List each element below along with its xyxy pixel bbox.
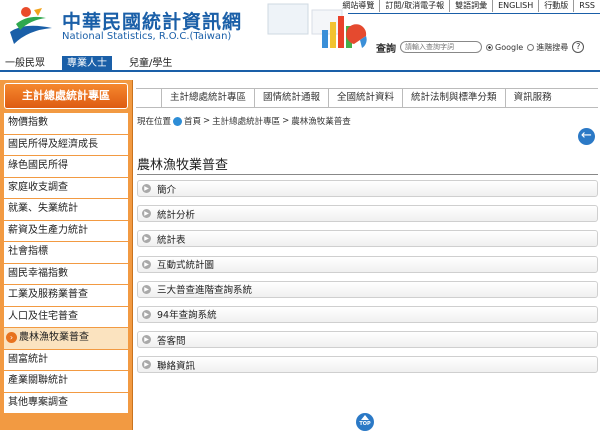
section-introduction[interactable]: ▶ 簡介 [137,180,598,197]
back-arrow-icon[interactable]: ← [578,128,595,145]
nav-info-service[interactable]: 資訊服務 [504,89,560,107]
breadcrumb-current: 農林漁牧業普查 [291,117,351,127]
sitemap-link[interactable]: 網站導覽 [337,0,379,12]
section-94-query-system[interactable]: ▶ 94年查詢系統 [137,305,598,323]
google-option-label: Google [495,42,524,52]
chevron-right-icon: ▶ [142,309,151,319]
advanced-search-label: 進階搜尋 [536,42,569,52]
glossary-link[interactable]: 雙語詞彙 [449,0,492,12]
chevron-right-icon: ▶ [142,284,151,294]
tab-professionals[interactable]: 專業人士 [62,56,112,72]
tab-general-public[interactable]: 一般民眾 [0,56,50,72]
search-label: 查詢 [376,43,396,55]
breadcrumb-prefix: 現在位置 [137,117,172,127]
chevron-right-icon: ▶ [142,209,151,219]
breadcrumb: 現在位置 首頁 > 主計總處統計專區 > 農林漁牧業普查 [137,115,351,127]
chevron-right-icon: ▶ [142,184,151,193]
site-header: 中華民國統計資訊網 National Statistics, R.O.C.(Ta… [0,0,600,56]
breadcrumb-separator: > [203,116,211,126]
breadcrumb-home[interactable]: 首頁 [184,115,201,127]
newsletter-link[interactable]: 訂閱/取消電子報 [379,0,449,12]
sidebar-item-agriculture-census[interactable]: › 農林漁牧業普查 [4,328,128,350]
help-icon[interactable]: ? [572,41,585,53]
section-list: ▶ 簡介 ▶ 統計分析 ▶ 統計表 ▶ 互動式統計圖 ▶ 三大普查進階查詢系統 ▶ 94年查… [137,180,598,382]
site-logo-icon[interactable] [6,4,56,50]
section-statistical-analysis[interactable]: ▶ 統計分析 [137,205,598,223]
chevron-right-icon: › [6,331,17,343]
mobile-link[interactable]: 行動版 [538,0,573,12]
title-divider [137,174,598,175]
nav-dgbas-stats[interactable]: 主計總處統計專區 [161,89,254,107]
sidebar-item-price-index[interactable]: 物價指數 [4,113,128,135]
sidebar-item-wellbeing-index[interactable]: 國民幸福指數 [4,263,128,285]
main-nav: 主計總處統計專區 國情統計通報 全國統計資料 統計法制與標準分類 資訊服務 [136,88,598,108]
sidebar-item-social-indicators[interactable]: 社會指標 [4,242,128,264]
tab-students[interactable]: 兒童/學生 [124,56,177,72]
breadcrumb-separator: > [282,116,290,126]
nav-stat-law[interactable]: 統計法制與標準分類 [402,89,505,107]
nav-national-data[interactable]: 全國統計資料 [328,89,402,107]
home-icon [173,116,183,126]
rss-link[interactable]: RSS [573,0,600,12]
audience-tab-bar: 一般民眾 專業人士 兒童/學生 [0,56,600,72]
section-label: 答客問 [157,335,186,347]
nav-stat-bulletin[interactable]: 國情統計通報 [254,89,328,107]
section-label: 互動式統計圖 [157,260,215,272]
sidebar-item-employment[interactable]: 就業、失業統計 [4,199,128,221]
sidebar-item-green-gdp[interactable]: 綠色國民所得 [4,156,128,178]
back-to-top-icon[interactable]: TOP [356,413,374,431]
section-label: 統計分析 [157,209,196,221]
search-bar: 查詢 Google 進階搜尋 ? [376,40,585,55]
chevron-right-icon: ▶ [142,234,151,244]
sidebar-item-wages[interactable]: 薪資及生產力統計 [4,220,128,242]
sidebar-item-other-surveys[interactable]: 其他專案調查 [4,392,128,414]
section-label: 簡介 [157,184,177,196]
sidebar-item-population-census[interactable]: 人口及住宅普查 [4,306,128,328]
site-title[interactable]: 中華民國統計資訊網 [62,7,242,34]
chevron-right-icon: ▶ [142,259,151,269]
section-label: 統計表 [157,234,186,246]
chevron-right-icon: ▶ [142,360,151,370]
sidebar-heading[interactable]: 主計總處統計專區 [4,83,128,109]
section-label: 94年查詢系統 [157,310,217,322]
search-input[interactable] [400,41,482,53]
section-contact-info[interactable]: ▶ 聯絡資訊 [137,356,598,374]
sidebar-item-national-wealth[interactable]: 國富統計 [4,349,128,371]
top-utility-links: 網站導覽 訂閱/取消電子報 雙語詞彙 ENGLISH 行動版 RSS [337,0,600,12]
english-link[interactable]: ENGLISH [492,0,538,12]
chevron-right-icon: ▶ [142,335,151,345]
sidebar-item-input-output[interactable]: 產業關聯統計 [4,371,128,393]
page-title: 農林漁牧業普查 [137,158,229,173]
section-label: 三大普查進階查詢系統 [157,285,253,297]
section-statistical-tables[interactable]: ▶ 統計表 [137,230,598,248]
advanced-search-radio[interactable] [527,43,535,51]
section-census-query-system[interactable]: ▶ 三大普查進階查詢系統 [137,280,598,298]
section-label: 聯絡資訊 [157,360,196,372]
sidebar-item-label: 農林漁牧業普查 [19,332,89,343]
sidebar: 主計總處統計專區 物價指數 國民所得及經濟成長 綠色國民所得 家庭收支調查 就業… [0,80,133,430]
breadcrumb-section[interactable]: 主計總處統計專區 [212,115,280,127]
site-subtitle: National Statistics, R.O.C.(Taiwan) [62,31,232,42]
google-radio[interactable] [486,43,493,51]
sidebar-item-industry-census[interactable]: 工業及服務業普查 [4,285,128,307]
section-interactive-charts[interactable]: ▶ 互動式統計圖 [137,255,598,273]
sidebar-item-national-income[interactable]: 國民所得及經濟成長 [4,134,128,156]
sidebar-item-household-survey[interactable]: 家庭收支調查 [4,177,128,199]
section-faq[interactable]: ▶ 答客問 [137,331,598,349]
toplinks-divider [348,13,600,14]
